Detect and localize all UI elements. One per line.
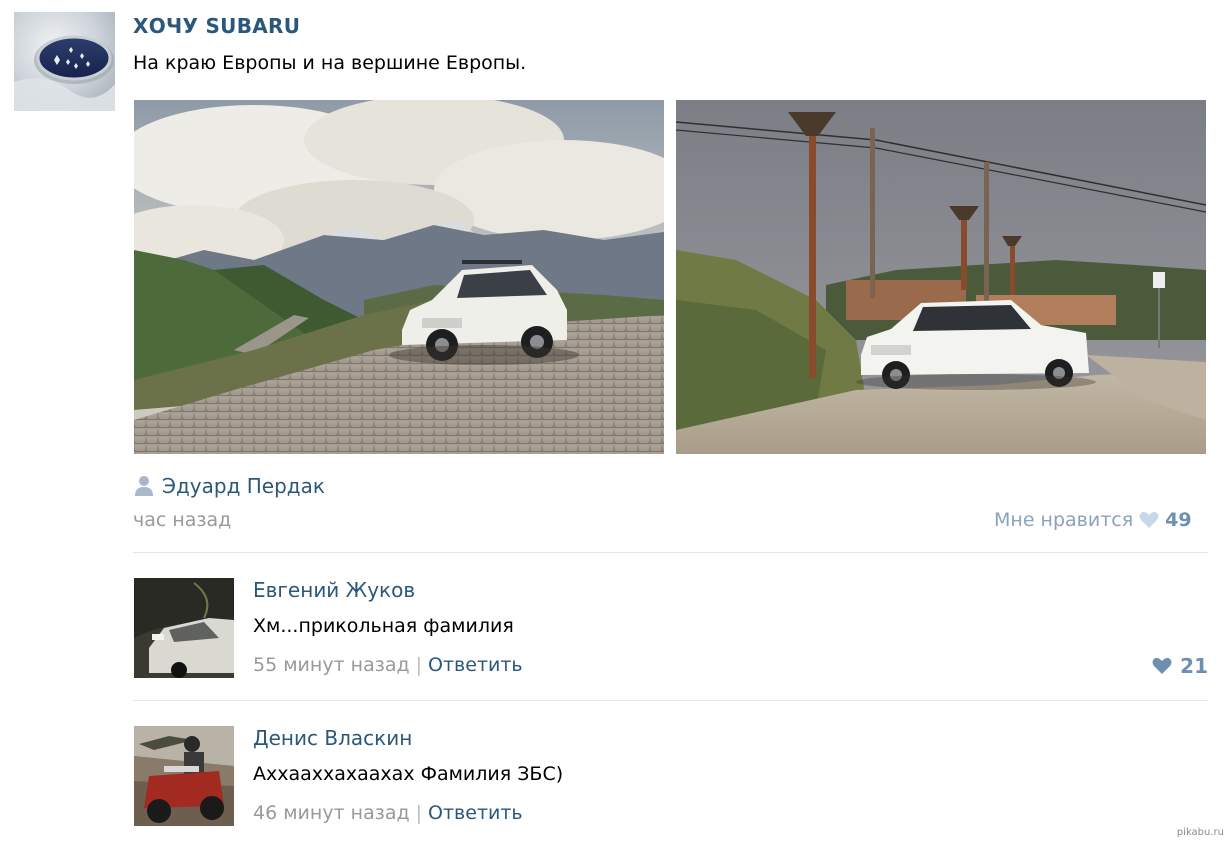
divider — [133, 552, 1208, 553]
avatar-car-dark — [134, 578, 234, 678]
divider — [133, 700, 1208, 701]
subaru-logo-icon — [14, 12, 115, 111]
separator: | — [415, 654, 423, 676]
comment-like-count: 21 — [1180, 654, 1208, 678]
separator: | — [415, 802, 423, 824]
reply-link[interactable]: Ответить — [428, 654, 523, 676]
comment-time[interactable]: 55 минут назад — [253, 654, 410, 676]
post-author-name[interactable]: Эдуард Пердак — [162, 474, 325, 498]
comment-like-button[interactable]: 21 — [1152, 654, 1208, 678]
heart-icon — [1139, 511, 1159, 528]
heart-icon — [1152, 657, 1172, 674]
comment-author[interactable]: Евгений Жуков — [253, 578, 415, 602]
comment-author[interactable]: Денис Власкин — [253, 726, 412, 750]
like-label: Мне нравится — [994, 509, 1134, 531]
post-text: На краю Европы и на вершине Европы. — [133, 52, 527, 74]
person-icon — [135, 476, 153, 496]
comment-meta: 55 минут назад | Ответить — [253, 654, 523, 676]
reply-link[interactable]: Ответить — [428, 802, 523, 824]
group-name[interactable]: ХОЧУ SUBARU — [133, 14, 300, 38]
post-author[interactable]: Эдуард Пердак — [134, 474, 325, 498]
comment-text: Аххааххахаахах Фамилия ЗБС) — [253, 763, 564, 785]
photo-mountain-car — [134, 100, 664, 454]
post-photo-2[interactable] — [676, 100, 1206, 454]
post-time[interactable]: час назад — [133, 509, 231, 531]
comment-avatar[interactable] — [134, 578, 234, 678]
post-photo-1[interactable] — [134, 100, 664, 454]
comment-text: Хм...прикольная фамилия — [253, 615, 514, 637]
watermark: pikabu.ru — [1176, 827, 1224, 838]
like-count: 49 — [1165, 509, 1192, 531]
post-like-button[interactable]: Мне нравится 49 — [994, 509, 1192, 531]
comment-time[interactable]: 46 минут назад — [253, 802, 410, 824]
photo-car-lampposts — [676, 100, 1206, 454]
comment-meta: 46 минут назад | Ответить — [253, 802, 523, 824]
avatar-atv-rider — [134, 726, 234, 826]
group-avatar[interactable] — [14, 12, 115, 111]
comment-avatar[interactable] — [134, 726, 234, 826]
